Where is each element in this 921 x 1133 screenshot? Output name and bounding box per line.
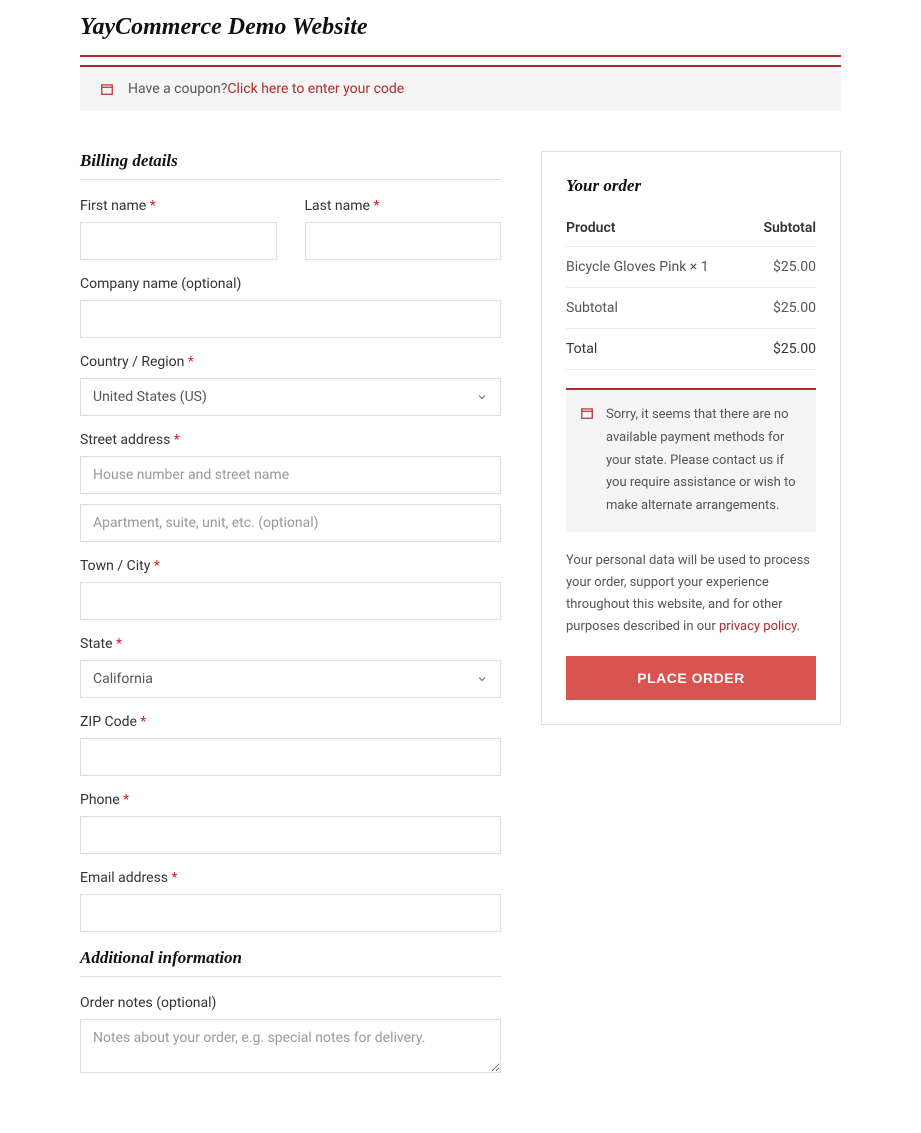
coupon-link[interactable]: Click here to enter your code xyxy=(227,81,404,97)
order-subtotal-row: Subtotal $25.00 xyxy=(566,288,816,329)
order-panel: Your order Product Subtotal Bicycle Glov… xyxy=(541,151,841,725)
country-select[interactable]: United States (US) xyxy=(80,378,501,416)
company-label: Company name (optional) xyxy=(80,276,501,292)
last-name-input[interactable] xyxy=(305,222,502,260)
subtotal-label: Subtotal xyxy=(566,288,749,329)
state-label: State * xyxy=(80,636,501,652)
zip-label: ZIP Code * xyxy=(80,714,501,730)
privacy-link[interactable]: privacy policy xyxy=(719,619,797,634)
zip-input[interactable] xyxy=(80,738,501,776)
phone-label: Phone * xyxy=(80,792,501,808)
coupon-banner: Have a coupon? Click here to enter your … xyxy=(80,65,841,111)
notice-icon xyxy=(580,406,594,420)
email-input[interactable] xyxy=(80,894,501,932)
street2-input[interactable] xyxy=(80,504,501,542)
chevron-down-icon xyxy=(476,391,488,403)
subtotal-header: Subtotal xyxy=(749,210,816,247)
city-label: Town / City * xyxy=(80,558,501,574)
place-order-button[interactable]: PLACE ORDER xyxy=(566,656,816,700)
billing-heading: Billing details xyxy=(80,151,501,180)
first-name-label: First name * xyxy=(80,198,277,214)
total-label: Total xyxy=(566,329,749,370)
first-name-input[interactable] xyxy=(80,222,277,260)
order-heading: Your order xyxy=(566,176,816,204)
city-input[interactable] xyxy=(80,582,501,620)
subtotal-value: $25.00 xyxy=(749,288,816,329)
country-value: United States (US) xyxy=(93,389,207,405)
company-input[interactable] xyxy=(80,300,501,338)
product-header: Product xyxy=(566,210,749,247)
site-title: YayCommerce Demo Website xyxy=(80,14,841,57)
privacy-text: Your personal data will be used to proce… xyxy=(566,550,816,638)
order-total-row: Total $25.00 xyxy=(566,329,816,370)
additional-heading: Additional information xyxy=(80,948,501,977)
order-line-item: Bicycle Gloves Pink × 1 $25.00 xyxy=(566,247,816,288)
chevron-down-icon xyxy=(476,673,488,685)
order-table: Product Subtotal Bicycle Gloves Pink × 1… xyxy=(566,210,816,370)
country-label: Country / Region * xyxy=(80,354,501,370)
notice-text: Sorry, it seems that there are no availa… xyxy=(606,407,796,513)
line-item-price: $25.00 xyxy=(749,247,816,288)
total-value: $25.00 xyxy=(749,329,816,370)
last-name-label: Last name * xyxy=(305,198,502,214)
street-label: Street address * xyxy=(80,432,501,448)
coupon-text: Have a coupon? xyxy=(128,81,227,97)
email-label: Email address * xyxy=(80,870,501,886)
phone-input[interactable] xyxy=(80,816,501,854)
payment-notice: Sorry, it seems that there are no availa… xyxy=(566,388,816,532)
line-item-name: Bicycle Gloves Pink × 1 xyxy=(566,247,749,288)
notes-label: Order notes (optional) xyxy=(80,995,501,1011)
state-value: California xyxy=(93,671,153,687)
street1-input[interactable] xyxy=(80,456,501,494)
notes-textarea[interactable] xyxy=(80,1019,501,1073)
state-select[interactable]: California xyxy=(80,660,501,698)
coupon-icon xyxy=(100,82,114,96)
